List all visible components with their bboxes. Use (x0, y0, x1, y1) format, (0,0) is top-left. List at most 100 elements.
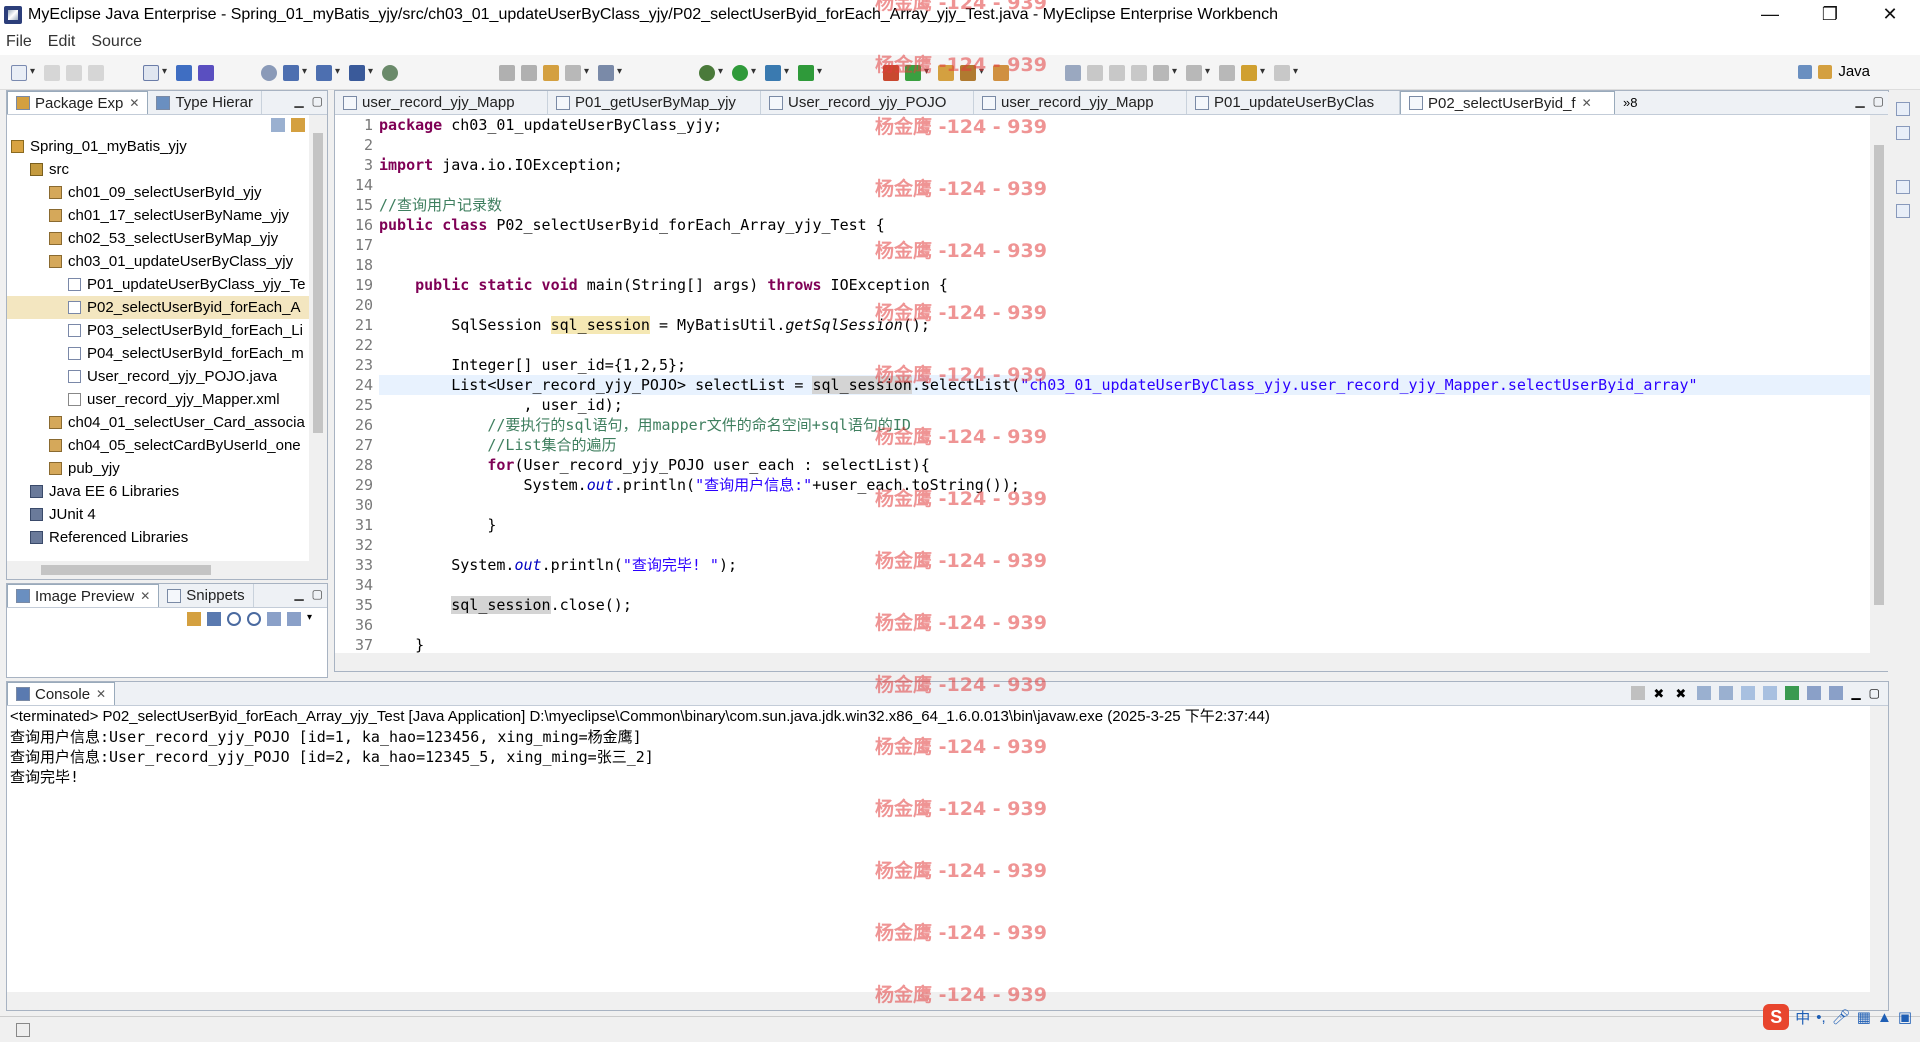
search-folder-icon[interactable] (993, 65, 1009, 81)
new-icon[interactable] (11, 65, 27, 81)
maximize-editor-icon[interactable]: ▢ (1873, 94, 1884, 108)
show-on-stdout-icon[interactable] (1741, 686, 1756, 700)
open-folder-icon[interactable] (938, 65, 954, 81)
task-list-view-icon[interactable] (1896, 126, 1910, 140)
new-java-dropdown-icon[interactable] (924, 65, 932, 81)
debug-dropdown-icon[interactable] (718, 65, 726, 81)
image-icon[interactable] (207, 612, 221, 626)
code-editor[interactable]: 1 2 3 14 15 16 17 18 19 20 21 22 23 24 25 26 27 28 29 30 31 3… (335, 115, 1870, 653)
menu-file[interactable]: File (6, 33, 32, 51)
code-line[interactable] (379, 575, 1870, 595)
tab-type-hierarchy[interactable]: Type Hierar (148, 91, 262, 114)
code-line[interactable]: public static void main(String[] args) t… (379, 275, 1870, 295)
prev-annotation-dropdown-icon[interactable] (1205, 65, 1213, 81)
tree-item[interactable]: P03_selectUserById_forEach_Li (7, 319, 309, 342)
pin-console-icon[interactable] (1785, 686, 1800, 700)
editor-tab[interactable]: user_record_yjy_Mapp (335, 91, 548, 114)
code-line[interactable]: public class P02_selectUserByid_forEach_… (379, 215, 1870, 235)
explorer-vertical-scrollbar[interactable] (309, 115, 327, 561)
restore-view-icon[interactable] (1896, 180, 1910, 194)
toggle-mark-icon[interactable] (1065, 65, 1081, 81)
code-line[interactable]: } (379, 635, 1870, 653)
task-list-icon[interactable] (565, 65, 581, 81)
open-task-icon[interactable] (543, 65, 559, 81)
block-select-icon[interactable] (1109, 65, 1125, 81)
maximize-preview-icon[interactable]: ▢ (312, 587, 323, 601)
minimize-console-icon[interactable]: ▁ (1851, 686, 1860, 700)
maximize-view-icon[interactable]: ▢ (312, 94, 323, 108)
back-dropdown-icon[interactable] (1260, 65, 1268, 81)
explorer-horizontal-scrollbar[interactable] (7, 561, 327, 579)
open-resource-icon[interactable] (198, 65, 214, 81)
tree-item[interactable]: Java EE 6 Libraries (7, 480, 309, 503)
remove-all-icon[interactable]: ✖ (1675, 686, 1689, 701)
close-tab-icon[interactable]: ✕ (129, 96, 139, 110)
remove-launch-icon[interactable]: ✖ (1653, 686, 1667, 701)
display-console-icon[interactable] (1807, 686, 1822, 700)
monitor-icon[interactable] (598, 65, 614, 81)
prev-annotation-icon[interactable] (1186, 65, 1202, 81)
back-arrow-icon[interactable] (1241, 65, 1257, 81)
console-output[interactable]: <terminated> P02_selectUserByid_forEach_… (7, 706, 1870, 992)
tree-item[interactable]: src (7, 158, 309, 181)
deploy-icon[interactable] (283, 65, 299, 81)
tree-item[interactable]: ch02_53_selectUserByMap_yjy (7, 227, 309, 250)
code-line[interactable]: List<User_record_yjy_POJO> selectList = … (379, 375, 1870, 395)
open-perspective-icon[interactable] (1798, 64, 1813, 79)
run-server-icon[interactable] (316, 65, 332, 81)
editor-horizontal-scrollbar[interactable] (335, 653, 1888, 671)
tree-item[interactable]: P04_selectUserById_forEach_m (7, 342, 309, 365)
external-tools-icon[interactable] (798, 65, 814, 81)
ime-keyboard-icon[interactable]: ▦ (1857, 1008, 1871, 1026)
database-dropdown-icon[interactable] (368, 65, 376, 81)
back-history-icon[interactable] (499, 65, 515, 81)
close-console-icon[interactable]: ✕ (96, 687, 106, 701)
minimize-button[interactable]: — (1740, 0, 1800, 29)
explorer-hscroll-thumb[interactable] (41, 565, 211, 575)
zoom-out-icon[interactable] (227, 612, 241, 626)
tree-item[interactable]: JUnit 4 (7, 503, 309, 526)
pin-icon[interactable] (1087, 65, 1103, 81)
show-whitespace-icon[interactable] (1131, 65, 1147, 81)
code-line[interactable]: //List集合的遍历 (379, 435, 1870, 455)
code-line[interactable]: for(User_record_yjy_POJO user_each : sel… (379, 455, 1870, 475)
tree-item[interactable]: user_record_yjy_Mapper.xml (7, 388, 309, 411)
new-java-package-icon[interactable] (905, 65, 921, 81)
debug-icon[interactable] (699, 65, 715, 81)
tree-item[interactable]: pub_yjy (7, 457, 309, 480)
code-line[interactable]: //要执行的sql语句，用mapper文件的命名空间+sql语句的ID (379, 415, 1870, 435)
forward-dropdown-icon[interactable] (1293, 65, 1301, 81)
zoom-in-icon[interactable] (247, 612, 261, 626)
minimize-view-icon[interactable]: ▁ (294, 94, 303, 108)
code-line[interactable]: System.out.println("查询用户信息:"+user_each.t… (379, 475, 1870, 495)
code-line[interactable] (379, 255, 1870, 275)
tab-snippets[interactable]: Snippets (159, 584, 254, 607)
code-line[interactable] (379, 535, 1870, 555)
edit-dropdown-icon[interactable] (979, 65, 987, 81)
tree-item[interactable]: P02_selectUserByid_forEach_A (7, 296, 309, 319)
external-tools-dropdown-icon[interactable] (817, 65, 825, 81)
close-editor-tab-icon[interactable]: ✕ (1582, 96, 1592, 110)
code-line[interactable]: import java.io.IOException; (379, 155, 1870, 175)
properties-view-icon[interactable] (1896, 204, 1910, 218)
last-edit-icon[interactable] (1219, 65, 1235, 81)
print-icon[interactable] (88, 65, 104, 81)
tree-item[interactable]: ch03_01_updateUserByClass_yjy (7, 250, 309, 273)
server-icon[interactable] (261, 65, 277, 81)
ime-mode-label[interactable]: 中 (1795, 1007, 1810, 1028)
editor-tab[interactable]: User_record_yjy_POJO (761, 91, 974, 114)
minimize-editor-icon[interactable]: ▁ (1855, 94, 1864, 108)
code-line[interactable]: package ch03_01_updateUserByClass_yjy; (379, 115, 1870, 135)
terminate-icon[interactable] (1631, 686, 1646, 700)
tree-item[interactable]: Referenced Libraries (7, 526, 309, 549)
code-line[interactable]: //查询用户记录数 (379, 195, 1870, 215)
editor-tab[interactable]: P01_updateUserByClas (1187, 91, 1400, 114)
database-icon[interactable] (349, 65, 365, 81)
project-dropdown-icon[interactable] (162, 65, 170, 81)
deploy-dropdown-icon[interactable] (302, 65, 310, 81)
tree-item[interactable]: ch04_01_selectUser_Card_associa (7, 411, 309, 434)
actual-size-icon[interactable] (267, 612, 281, 626)
console-horizontal-scrollbar[interactable] (7, 992, 1888, 1010)
new-project-icon[interactable] (143, 65, 159, 81)
ime-tools-icon[interactable]: ▣ (1898, 1008, 1912, 1026)
